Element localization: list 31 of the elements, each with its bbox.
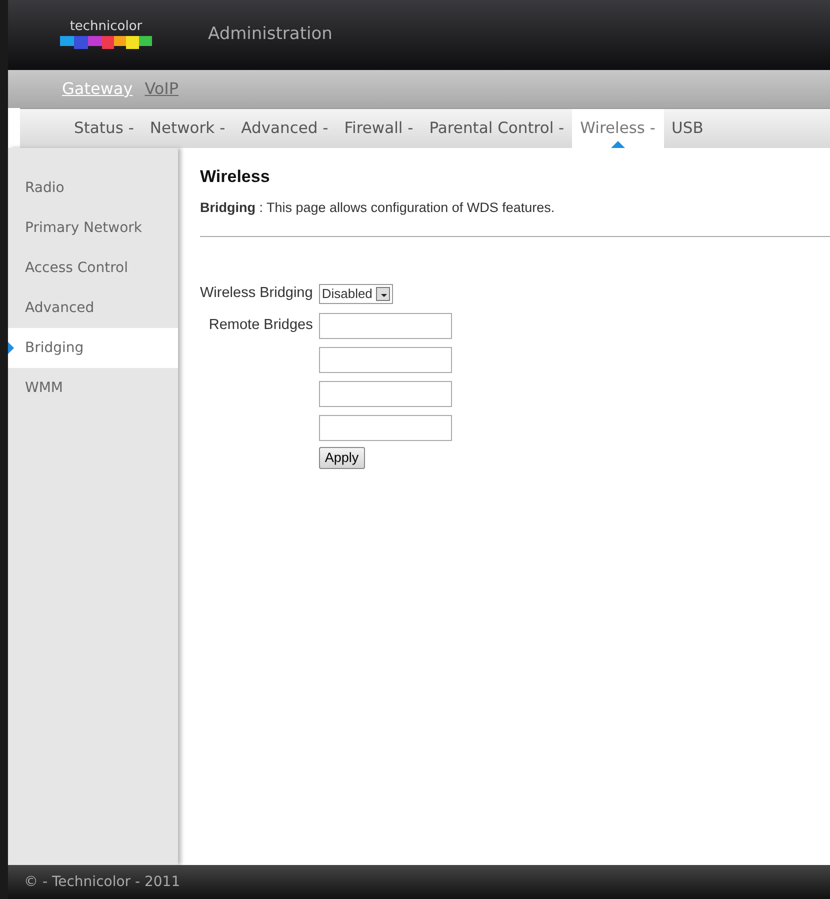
remote-bridge-field[interactable] bbox=[318, 312, 452, 338]
nav-link[interactable]: VoIP bbox=[144, 77, 179, 101]
logo-text: technicolor bbox=[70, 20, 142, 34]
nav-tab[interactable]: Firewall - bbox=[336, 109, 422, 148]
remote-bridge-field[interactable] bbox=[318, 346, 452, 372]
remote-bridge-field[interactable] bbox=[318, 414, 452, 440]
remote-bridge-field[interactable] bbox=[318, 380, 452, 406]
sidebar-item[interactable]: Bridging bbox=[8, 328, 178, 368]
field-label: Wireless Bridging bbox=[200, 284, 313, 303]
apply-button[interactable]: Apply bbox=[318, 446, 365, 469]
sidebar-item[interactable]: Primary Network bbox=[8, 208, 178, 248]
sidebar-item[interactable]: Radio bbox=[8, 168, 178, 208]
nav-tab[interactable]: Wireless - bbox=[572, 109, 664, 148]
sidebar-item[interactable]: Access Control bbox=[8, 248, 178, 288]
nav-tab[interactable]: Parental Control - bbox=[421, 109, 572, 148]
field-label: Remote Bridges bbox=[208, 316, 313, 335]
bridging-select[interactable]: Disabled bbox=[318, 284, 394, 304]
header-title: Administration bbox=[208, 23, 332, 46]
footer-text: © - Technicolor - 2011 bbox=[24, 872, 180, 892]
dropdown-caret-icon bbox=[376, 286, 390, 301]
nav-tab[interactable]: Advanced - bbox=[233, 109, 336, 148]
selection-arrow-icon bbox=[8, 342, 14, 354]
sidebar-item[interactable]: Advanced bbox=[8, 288, 178, 328]
logo-icon bbox=[60, 34, 152, 50]
sidebar-item[interactable]: WMM bbox=[8, 368, 178, 408]
nav-tab[interactable]: USB bbox=[664, 109, 712, 148]
page-description: Bridging : This page allows configuration of WDS features. bbox=[200, 198, 830, 237]
nav-tab[interactable]: Network - bbox=[142, 109, 234, 148]
tab-indicator-icon bbox=[610, 141, 625, 148]
nav-tab[interactable]: Status - bbox=[66, 109, 142, 148]
page-title: Wireless bbox=[200, 166, 271, 188]
